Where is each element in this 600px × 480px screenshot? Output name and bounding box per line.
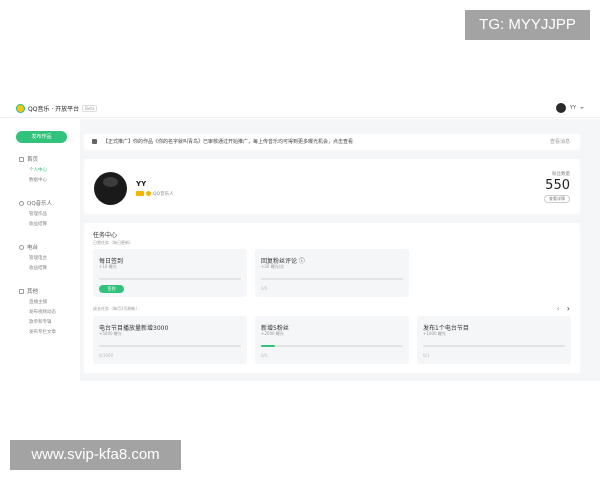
sidebar-item-live[interactable]: 直播主播 [29,299,56,305]
grid-icon [19,288,24,294]
vip-badge-icon [136,191,144,196]
verified-icon [146,191,151,196]
watermark-bottom: www.svip-kfa8.com [10,440,181,470]
nav-group-other: 其他 直播主播 发布视频动态 歌单和专辑 发布专栏文章 [19,287,56,335]
task-progress-text: 0/1 [423,353,430,358]
task-progress-bar [99,278,241,280]
qq-music-logo-icon [16,104,25,113]
profile-type: QQ音乐人 [153,191,174,197]
top-bar: QQ音乐 · 开放平台 Beta YY [0,100,600,118]
sidebar-item-playlist[interactable]: 歌单和专辑 [29,319,56,325]
task-card-checkin: 每日签到 +10 曝光 签到 [93,249,247,297]
task-progress-bar [261,345,403,347]
task-progress-bar [423,345,565,347]
watermark-top: TG: MYYJJPP [465,10,590,40]
radio-icon [19,244,24,250]
brand-logo[interactable]: QQ音乐 · 开放平台 Beta [16,104,98,113]
task-progress-text: 0/5 [261,286,268,291]
user-menu[interactable]: YY [555,103,584,113]
publish-button[interactable]: 发布作品 [16,131,67,143]
home-icon [19,156,24,162]
notice-text: 【正式推广】你的作品《你的名字就叫青鸟》已审核通过开始推广，每上传音乐均可得到更… [103,139,354,145]
nav-head-other[interactable]: 其他 [19,287,56,295]
growth-task-label: 成长任务（每月1号刷新） [93,306,140,311]
sidebar: 发布作品 首页 个人中心 数据中心 QQ音乐人 管理作品 收益结算 电台 管理电… [0,119,80,381]
chevron-down-icon [580,107,584,109]
notice-bar[interactable]: 【正式推广】你的作品《你的名字就叫青鸟》已审核通过开始推广，每上传音乐均可得到更… [84,134,580,150]
brand-tag: Beta [82,105,98,112]
nav-head-label: 首页 [27,157,39,163]
sidebar-item-manage-works[interactable]: 管理作品 [29,211,52,217]
nav-group-musician: QQ音乐人 管理作品 收益结算 [19,199,52,227]
task-card-radio-plays: 电台节目播放量新增3000 +5000 曝光 0/3000 [93,316,247,364]
task-center-title: 任务中心 [93,232,118,239]
sidebar-item-data-center[interactable]: 数据中心 [29,177,47,183]
sidebar-item-radio-income[interactable]: 收益结算 [29,265,47,271]
fans-label: 粉丝数量 [552,172,570,177]
sidebar-item-article[interactable]: 发布专栏文章 [29,329,56,335]
task-progress-fill [261,345,276,347]
profile-name: YY [136,180,147,188]
bell-icon [92,139,97,144]
nav-head-label: 其他 [27,289,39,295]
task-reward: +10 曝光 [99,264,117,269]
checkin-button[interactable]: 签到 [99,285,124,293]
task-reward: +1000 曝光 [423,331,446,336]
music-note-icon [19,200,24,206]
notice-link[interactable]: 查看消息 [550,138,570,145]
task-reward: +5000 曝光 [99,331,122,336]
task-card-reply-comments: 回复粉丝评论 ⓘ +20 曝光/次 0/5 [255,249,409,297]
task-reward: +2000 曝光 [261,331,284,336]
nav-head-radio[interactable]: 电台 [19,243,47,251]
avatar [555,103,566,113]
nav-head-label: 电台 [27,245,39,251]
nav-head-label: QQ音乐人 [27,201,53,207]
nav-head-home[interactable]: 首页 [19,155,47,163]
sidebar-item-personal-center[interactable]: 个人中心 [29,167,47,173]
chevron-left-icon[interactable]: ‹ [557,304,560,313]
task-pager: ‹ › [557,304,570,313]
daily-task-label: 日常任务（每日更新） [93,240,133,245]
nav-group-home: 首页 个人中心 数据中心 [19,155,47,183]
sidebar-item-video[interactable]: 发布视频动态 [29,309,56,315]
nav-group-radio: 电台 管理电台 收益结算 [19,243,47,271]
sidebar-item-income[interactable]: 收益结算 [29,221,52,227]
task-reward: +20 曝光/次 [261,264,285,269]
avatar[interactable] [94,172,127,205]
task-card-new-fans: 新增5粉丝 +2000 曝光 0/5 [255,316,409,364]
nav-head-musician[interactable]: QQ音乐人 [19,199,52,207]
task-card-publish-radio: 发布1个电台节目 +1000 曝光 0/1 [417,316,571,364]
task-progress-bar [261,278,403,280]
task-progress-text: 0/5 [261,353,268,358]
brand-name: QQ音乐 · 开放平台 [28,106,80,113]
task-center: 任务中心 日常任务（每日更新） 每日签到 +10 曝光 签到 回复粉丝评论 ⓘ … [84,223,580,373]
main-content: 【正式推广】你的作品《你的名字就叫青鸟》已审核通过开始推广，每上传音乐均可得到更… [80,119,600,381]
sidebar-item-manage-radio[interactable]: 管理电台 [29,255,47,261]
user-name: YY [569,105,576,111]
chevron-right-icon[interactable]: › [567,304,570,313]
fans-detail-button[interactable]: 查看详情 [544,195,570,203]
task-progress-bar [99,345,241,347]
profile-card: YY QQ音乐人 粉丝数量 550 查看详情 [84,159,580,214]
task-progress-text: 0/3000 [99,353,114,358]
fans-count: 550 [545,178,570,193]
